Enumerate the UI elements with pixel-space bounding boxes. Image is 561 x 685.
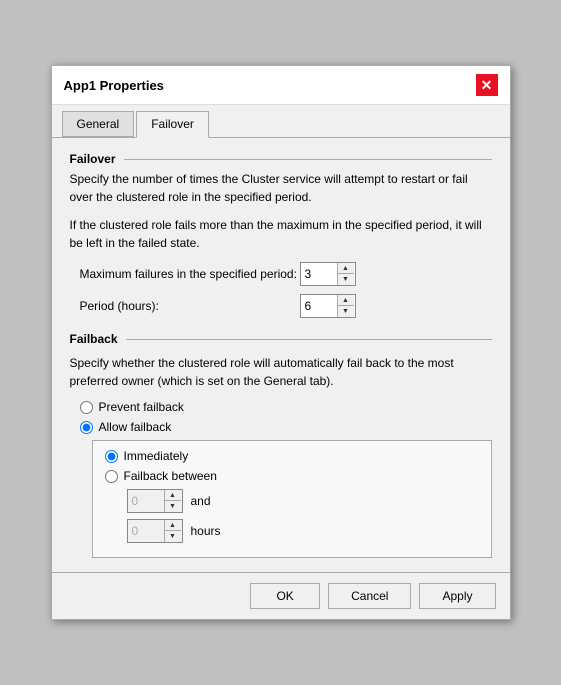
prevent-failback-label: Prevent failback (99, 400, 184, 414)
failback-description: Specify whether the clustered role will … (70, 354, 492, 390)
period-spin-buttons: ▲ ▼ (337, 295, 354, 317)
hours-text: hours (191, 524, 221, 538)
between-label: Failback between (124, 469, 217, 483)
max-failures-spin-buttons: ▲ ▼ (337, 263, 354, 285)
max-failures-row: Maximum failures in the specified period… (80, 262, 492, 286)
failover-description1: Specify the number of times the Cluster … (70, 170, 492, 206)
max-failures-up-button[interactable]: ▲ (338, 263, 354, 274)
between-end-spin-buttons: ▲ ▼ (164, 520, 181, 542)
between-end-down-button[interactable]: ▼ (165, 531, 181, 542)
tab-failover[interactable]: Failover (136, 111, 209, 138)
dialog-title: App1 Properties (64, 78, 164, 93)
period-down-button[interactable]: ▼ (338, 306, 354, 317)
between-end-input[interactable] (128, 522, 164, 540)
failover-description2: If the clustered role fails more than th… (70, 216, 492, 252)
allow-failback-row: Allow failback (80, 420, 492, 434)
ok-button[interactable]: OK (250, 583, 320, 609)
failback-radio-group: Prevent failback Allow failback Immediat… (80, 400, 492, 558)
immediately-radio[interactable] (105, 450, 118, 463)
dialog-footer: OK Cancel Apply (52, 572, 510, 619)
content-area: Failover Specify the number of times the… (52, 138, 510, 572)
tab-general[interactable]: General (62, 111, 135, 137)
between-start-spin-buttons: ▲ ▼ (164, 490, 181, 512)
immediately-row: Immediately (105, 449, 479, 463)
prevent-failback-radio[interactable] (80, 401, 93, 414)
and-text: and (191, 494, 211, 508)
close-button[interactable]: ✕ (476, 74, 498, 96)
between-end-spinbox: ▲ ▼ (127, 519, 183, 543)
apply-button[interactable]: Apply (419, 583, 495, 609)
between-start-input[interactable] (128, 492, 164, 510)
between-start-down-button[interactable]: ▼ (165, 501, 181, 512)
period-spinbox: ▲ ▼ (300, 294, 356, 318)
cancel-button[interactable]: Cancel (328, 583, 411, 609)
max-failures-input[interactable] (301, 265, 337, 283)
prevent-failback-row: Prevent failback (80, 400, 492, 414)
allow-failback-label: Allow failback (99, 420, 172, 434)
failback-section-title: Failback (70, 332, 492, 346)
between-spinbox-row: ▲ ▼ and (127, 489, 479, 513)
failback-options-box: Immediately Failback between ▲ ▼ (92, 440, 492, 558)
between-end-up-button[interactable]: ▲ (165, 520, 181, 531)
failback-between-row: Failback between (105, 469, 479, 483)
tab-bar: General Failover (52, 105, 510, 138)
max-failures-label: Maximum failures in the specified period… (80, 266, 300, 283)
failover-section-title: Failover (70, 152, 492, 166)
period-label: Period (hours): (80, 298, 300, 315)
between-radio[interactable] (105, 470, 118, 483)
period-input[interactable] (301, 297, 337, 315)
max-failures-spinbox: ▲ ▼ (300, 262, 356, 286)
max-failures-down-button[interactable]: ▼ (338, 274, 354, 285)
between-start-spinbox: ▲ ▼ (127, 489, 183, 513)
title-bar: App1 Properties ✕ (52, 66, 510, 105)
app1-properties-dialog: App1 Properties ✕ General Failover Failo… (51, 65, 511, 620)
period-row: Period (hours): ▲ ▼ (80, 294, 492, 318)
immediately-label: Immediately (124, 449, 189, 463)
period-up-button[interactable]: ▲ (338, 295, 354, 306)
allow-failback-radio[interactable] (80, 421, 93, 434)
between-start-up-button[interactable]: ▲ (165, 490, 181, 501)
between-end-row: ▲ ▼ hours (127, 519, 479, 543)
